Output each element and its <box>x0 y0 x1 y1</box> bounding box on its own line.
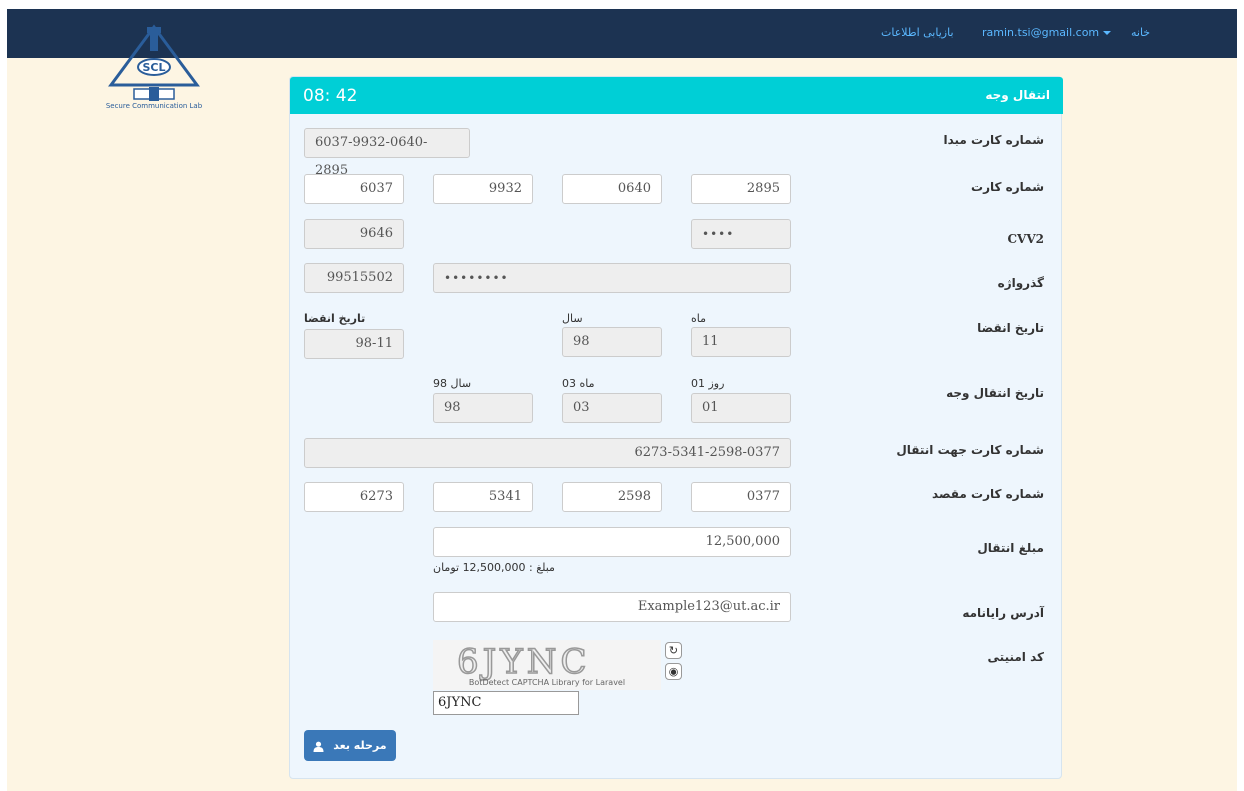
transfer-month-field[interactable]: 03 <box>562 393 662 423</box>
dest-card-part-2[interactable]: 2598 <box>562 482 662 512</box>
dest-card-part-4[interactable]: 6273 <box>304 482 404 512</box>
expiry-month-label: ماه <box>691 312 707 325</box>
source-card-label: شماره کارت مبدا <box>943 133 1044 147</box>
transfer-day-label: روز 01 <box>691 377 725 390</box>
amount-label: مبلغ انتقال <box>977 541 1044 555</box>
countdown-timer: 08: 42 <box>303 86 358 106</box>
expiry-combined-label: تاریخ انقضا <box>304 312 366 325</box>
card-number-part-4[interactable]: 2895 <box>691 174 791 204</box>
next-step-label: مرحله بعد <box>333 739 387 752</box>
user-menu[interactable]: ramin.tsi@gmail.com <box>982 26 1112 39</box>
expiry-combined-field: 98-11 <box>304 329 404 359</box>
dest-card-part-3[interactable]: 5341 <box>433 482 533 512</box>
next-step-button[interactable]: مرحله بعد <box>304 730 396 761</box>
reload-icon[interactable]: ↻ <box>665 642 682 659</box>
password-value-field: 99515502 <box>304 263 404 293</box>
user-email: ramin.tsi@gmail.com <box>982 26 1100 39</box>
captcha-label: کد امنیتی <box>987 650 1044 664</box>
captcha-input[interactable]: 6JYNC <box>433 691 579 715</box>
dest-card-label: شماره کارت مقصد <box>932 487 1044 501</box>
expiry-year-field[interactable]: 98 <box>562 327 662 357</box>
nav-recover-link[interactable]: بازیابی اطلاعات <box>881 26 954 39</box>
cvv2-label: CVV2 <box>1007 232 1044 246</box>
transfer-year-label: سال 98 <box>433 377 472 390</box>
cvv2-input[interactable]: •••• <box>691 219 791 249</box>
amount-input[interactable]: 12,500,000 <box>433 527 791 557</box>
captcha-image-text: 6JYNC <box>456 641 591 683</box>
password-input[interactable]: •••••••• <box>433 263 791 293</box>
transfer-day-field[interactable]: 01 <box>691 393 791 423</box>
amount-hint: مبلغ : 12,500,000 تومان <box>433 561 555 574</box>
card-number-part-1[interactable]: 6037 <box>304 174 404 204</box>
captcha-footer: BotDetect CAPTCHA Library for Laravel <box>468 678 626 687</box>
card-number-part-3[interactable]: 0640 <box>562 174 662 204</box>
sound-icon[interactable]: ◉ <box>665 663 682 680</box>
transfer-panel: 08: 42 انتقال وجه شماره کارت مبدا 6037-9… <box>289 76 1063 779</box>
page: خانه ramin.tsi@gmail.com بازیابی اطلاعات… <box>7 9 1237 791</box>
chevron-down-icon <box>1103 31 1112 35</box>
dest-card-full-field: 6273-5341-2598-0377 <box>304 438 791 468</box>
cvv2-value-field: 9646 <box>304 219 404 249</box>
transfer-year-field[interactable]: 98 <box>433 393 533 423</box>
panel-title: انتقال وجه <box>985 88 1050 102</box>
transfer-date-label: تاریخ انتقال وجه <box>946 386 1044 400</box>
dest-card-full-label: شماره کارت جهت انتقال <box>896 443 1044 457</box>
expiry-month-field[interactable]: 11 <box>691 327 791 357</box>
transfer-month-label: ماه 03 <box>562 377 595 390</box>
expiry-label: تاریخ انقضا <box>977 321 1044 335</box>
expiry-year-label: سال <box>562 312 583 325</box>
password-label: گذرواژه <box>997 276 1044 290</box>
panel-header: 08: 42 انتقال وجه <box>290 77 1063 114</box>
dest-card-part-1[interactable]: 0377 <box>691 482 791 512</box>
logo-letters: SCL <box>142 61 165 74</box>
user-icon <box>313 741 324 752</box>
captcha-image: 6JYNC BotDetect CAPTCHA Library for Lara… <box>433 640 661 690</box>
email-label: آدرس رایانامه <box>962 606 1044 620</box>
nav-home-link[interactable]: خانه <box>1131 26 1150 39</box>
card-number-label: شماره کارت <box>971 180 1044 194</box>
card-number-part-2[interactable]: 9932 <box>433 174 533 204</box>
source-card-field: 6037-9932-0640-2895 <box>304 128 470 178</box>
email-input[interactable]: Example123@ut.ac.ir <box>433 592 791 622</box>
logo-caption: Secure Communication Lab <box>105 102 203 110</box>
